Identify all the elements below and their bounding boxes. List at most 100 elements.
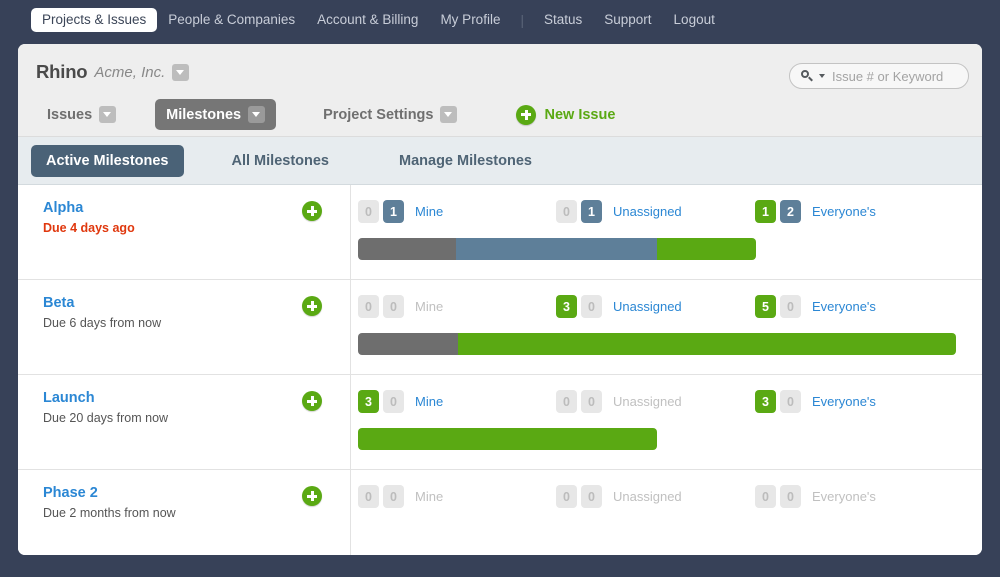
badge-group-label-mine[interactable]: Mine	[415, 204, 443, 219]
milestone-progress-bar	[358, 428, 657, 450]
progress-segment-green[interactable]	[358, 428, 657, 450]
badge-group-label-everyones[interactable]: Everyone's	[812, 299, 876, 314]
open-count-badge-unassigned[interactable]: 0	[556, 390, 577, 413]
milestone-name-link[interactable]: Launch	[43, 389, 168, 408]
project-switcher-chevron-down-icon[interactable]	[172, 63, 190, 81]
milestone-row: Alpha Due 4 days ago 0 1 Mine 0 1 Unassigned 1 2 E…	[18, 185, 982, 280]
project-title-row: Rhino Acme, Inc.	[36, 61, 190, 83]
open-count-badge-everyones[interactable]: 5	[755, 295, 776, 318]
add-issue-to-milestone-button[interactable]	[302, 201, 322, 221]
closed-count-badge-everyones[interactable]: 2	[780, 200, 801, 223]
badge-group-mine: 0 1 Mine	[358, 200, 443, 223]
milestone-tabbar: Active Milestones All Milestones Manage …	[18, 137, 982, 185]
milestone-due-date: Due 2 months from now	[43, 506, 176, 520]
milestone-progress-bar	[358, 238, 756, 260]
menu-item-issues[interactable]: Issues	[36, 99, 127, 130]
badge-group-label-unassigned[interactable]: Unassigned	[613, 299, 682, 314]
project-menu: Issues Milestones Project Settings New I…	[36, 99, 615, 130]
badge-group-unassigned: 3 0 Unassigned	[556, 295, 682, 318]
open-count-badge-mine[interactable]: 0	[358, 200, 379, 223]
open-count-badge-unassigned[interactable]: 0	[556, 485, 577, 508]
badge-group-label-everyones[interactable]: Everyone's	[812, 394, 876, 409]
topnav-item-account-billing[interactable]: Account & Billing	[306, 8, 429, 32]
closed-count-badge-everyones[interactable]: 0	[780, 485, 801, 508]
search-scope-chevron-down-icon[interactable]	[819, 74, 825, 78]
add-issue-to-milestone-button[interactable]	[302, 391, 322, 411]
progress-segment-green[interactable]	[657, 238, 756, 260]
menu-item-project-settings[interactable]: Project Settings	[312, 99, 468, 130]
open-count-badge-mine[interactable]: 3	[358, 390, 379, 413]
closed-count-badge-unassigned[interactable]: 0	[581, 390, 602, 413]
add-issue-to-milestone-button[interactable]	[302, 486, 322, 506]
menu-item-milestones[interactable]: Milestones	[155, 99, 277, 130]
topnav-item-status[interactable]: Status	[533, 8, 593, 32]
milestone-info: Phase 2 Due 2 months from now	[18, 470, 351, 555]
topnav-item-logout[interactable]: Logout	[663, 8, 726, 32]
topnav-item-people-companies[interactable]: People & Companies	[157, 8, 306, 32]
closed-count-badge-unassigned[interactable]: 0	[581, 295, 602, 318]
badge-group-label-unassigned[interactable]: Unassigned	[613, 204, 682, 219]
closed-count-badge-unassigned[interactable]: 0	[581, 485, 602, 508]
open-count-badge-mine[interactable]: 0	[358, 485, 379, 508]
open-count-badge-everyones[interactable]: 0	[755, 485, 776, 508]
add-issue-to-milestone-button[interactable]	[302, 296, 322, 316]
closed-count-badge-mine[interactable]: 0	[383, 295, 404, 318]
search-icon	[801, 69, 814, 83]
badge-group-everyones: 5 0 Everyone's	[755, 295, 876, 318]
menu-item-issues-label: Issues	[47, 106, 93, 123]
search-input[interactable]	[832, 68, 957, 84]
badge-group-unassigned: 0 0 Unassigned	[556, 390, 682, 413]
badge-group-everyones: 1 2 Everyone's	[755, 200, 876, 223]
milestones-chevron-down-icon[interactable]	[248, 106, 266, 123]
milestone-name-link[interactable]: Beta	[43, 294, 161, 313]
badge-group-label-mine[interactable]: Mine	[415, 394, 443, 409]
progress-segment-gray[interactable]	[358, 333, 458, 355]
progress-segment-gray[interactable]	[358, 238, 456, 260]
new-issue-button[interactable]: New Issue	[516, 104, 616, 125]
topnav-divider: |	[520, 12, 524, 28]
badge-group-label-unassigned: Unassigned	[613, 489, 682, 504]
milestone-info: Beta Due 6 days from now	[18, 280, 351, 374]
topnav-item-projects-issues[interactable]: Projects & Issues	[31, 8, 158, 32]
tab-active-milestones[interactable]: Active Milestones	[31, 144, 184, 177]
open-count-badge-mine[interactable]: 0	[358, 295, 379, 318]
issues-chevron-down-icon[interactable]	[99, 106, 117, 123]
milestone-stats: 3 0 Mine 0 0 Unassigned 3 0 Everyone's	[351, 375, 982, 469]
milestone-stats: 0 1 Mine 0 1 Unassigned 1 2 Everyone's	[351, 185, 982, 279]
milestone-list: Alpha Due 4 days ago 0 1 Mine 0 1 Unassigned 1 2 E…	[18, 185, 982, 555]
open-count-badge-everyones[interactable]: 3	[755, 390, 776, 413]
milestone-name-link[interactable]: Phase 2	[43, 484, 176, 503]
milestone-row: Launch Due 20 days from now 3 0 Mine 0 0 Unassi…	[18, 375, 982, 470]
open-count-badge-unassigned[interactable]: 3	[556, 295, 577, 318]
badge-group-label-unassigned: Unassigned	[613, 394, 682, 409]
top-navigation: Projects & Issues People & Companies Acc…	[0, 0, 1000, 40]
milestone-stats: 0 0 Mine 0 0 Unassigned 0 0 Everyone's	[351, 470, 982, 555]
closed-count-badge-mine[interactable]: 1	[383, 200, 404, 223]
badge-group-unassigned: 0 1 Unassigned	[556, 200, 682, 223]
badge-group-label-everyones[interactable]: Everyone's	[812, 204, 876, 219]
project-settings-chevron-down-icon[interactable]	[440, 106, 458, 123]
topnav-item-my-profile[interactable]: My Profile	[429, 8, 511, 32]
project-header: Rhino Acme, Inc. Issues Milestones Proje…	[18, 44, 982, 137]
progress-segment-blue[interactable]	[456, 238, 657, 260]
progress-segment-green[interactable]	[458, 333, 956, 355]
project-company: Acme, Inc.	[94, 63, 166, 81]
milestone-stats: 0 0 Mine 3 0 Unassigned 5 0 Everyone's	[351, 280, 982, 374]
menu-item-project-settings-label: Project Settings	[323, 106, 434, 123]
search-box[interactable]	[789, 63, 969, 89]
open-count-badge-unassigned[interactable]: 0	[556, 200, 577, 223]
tab-manage-milestones[interactable]: Manage Milestones	[384, 145, 547, 177]
tab-all-milestones[interactable]: All Milestones	[217, 145, 345, 177]
new-issue-label: New Issue	[544, 106, 616, 123]
milestone-name-link[interactable]: Alpha	[43, 199, 135, 218]
closed-count-badge-mine[interactable]: 0	[383, 485, 404, 508]
topnav-item-support[interactable]: Support	[593, 8, 662, 32]
closed-count-badge-unassigned[interactable]: 1	[581, 200, 602, 223]
badge-group-label-mine: Mine	[415, 299, 444, 314]
milestone-progress-bar	[358, 333, 956, 355]
open-count-badge-everyones[interactable]: 1	[755, 200, 776, 223]
milestone-due-date: Due 20 days from now	[43, 411, 169, 425]
closed-count-badge-mine[interactable]: 0	[383, 390, 404, 413]
closed-count-badge-everyones[interactable]: 0	[780, 295, 801, 318]
closed-count-badge-everyones[interactable]: 0	[780, 390, 801, 413]
